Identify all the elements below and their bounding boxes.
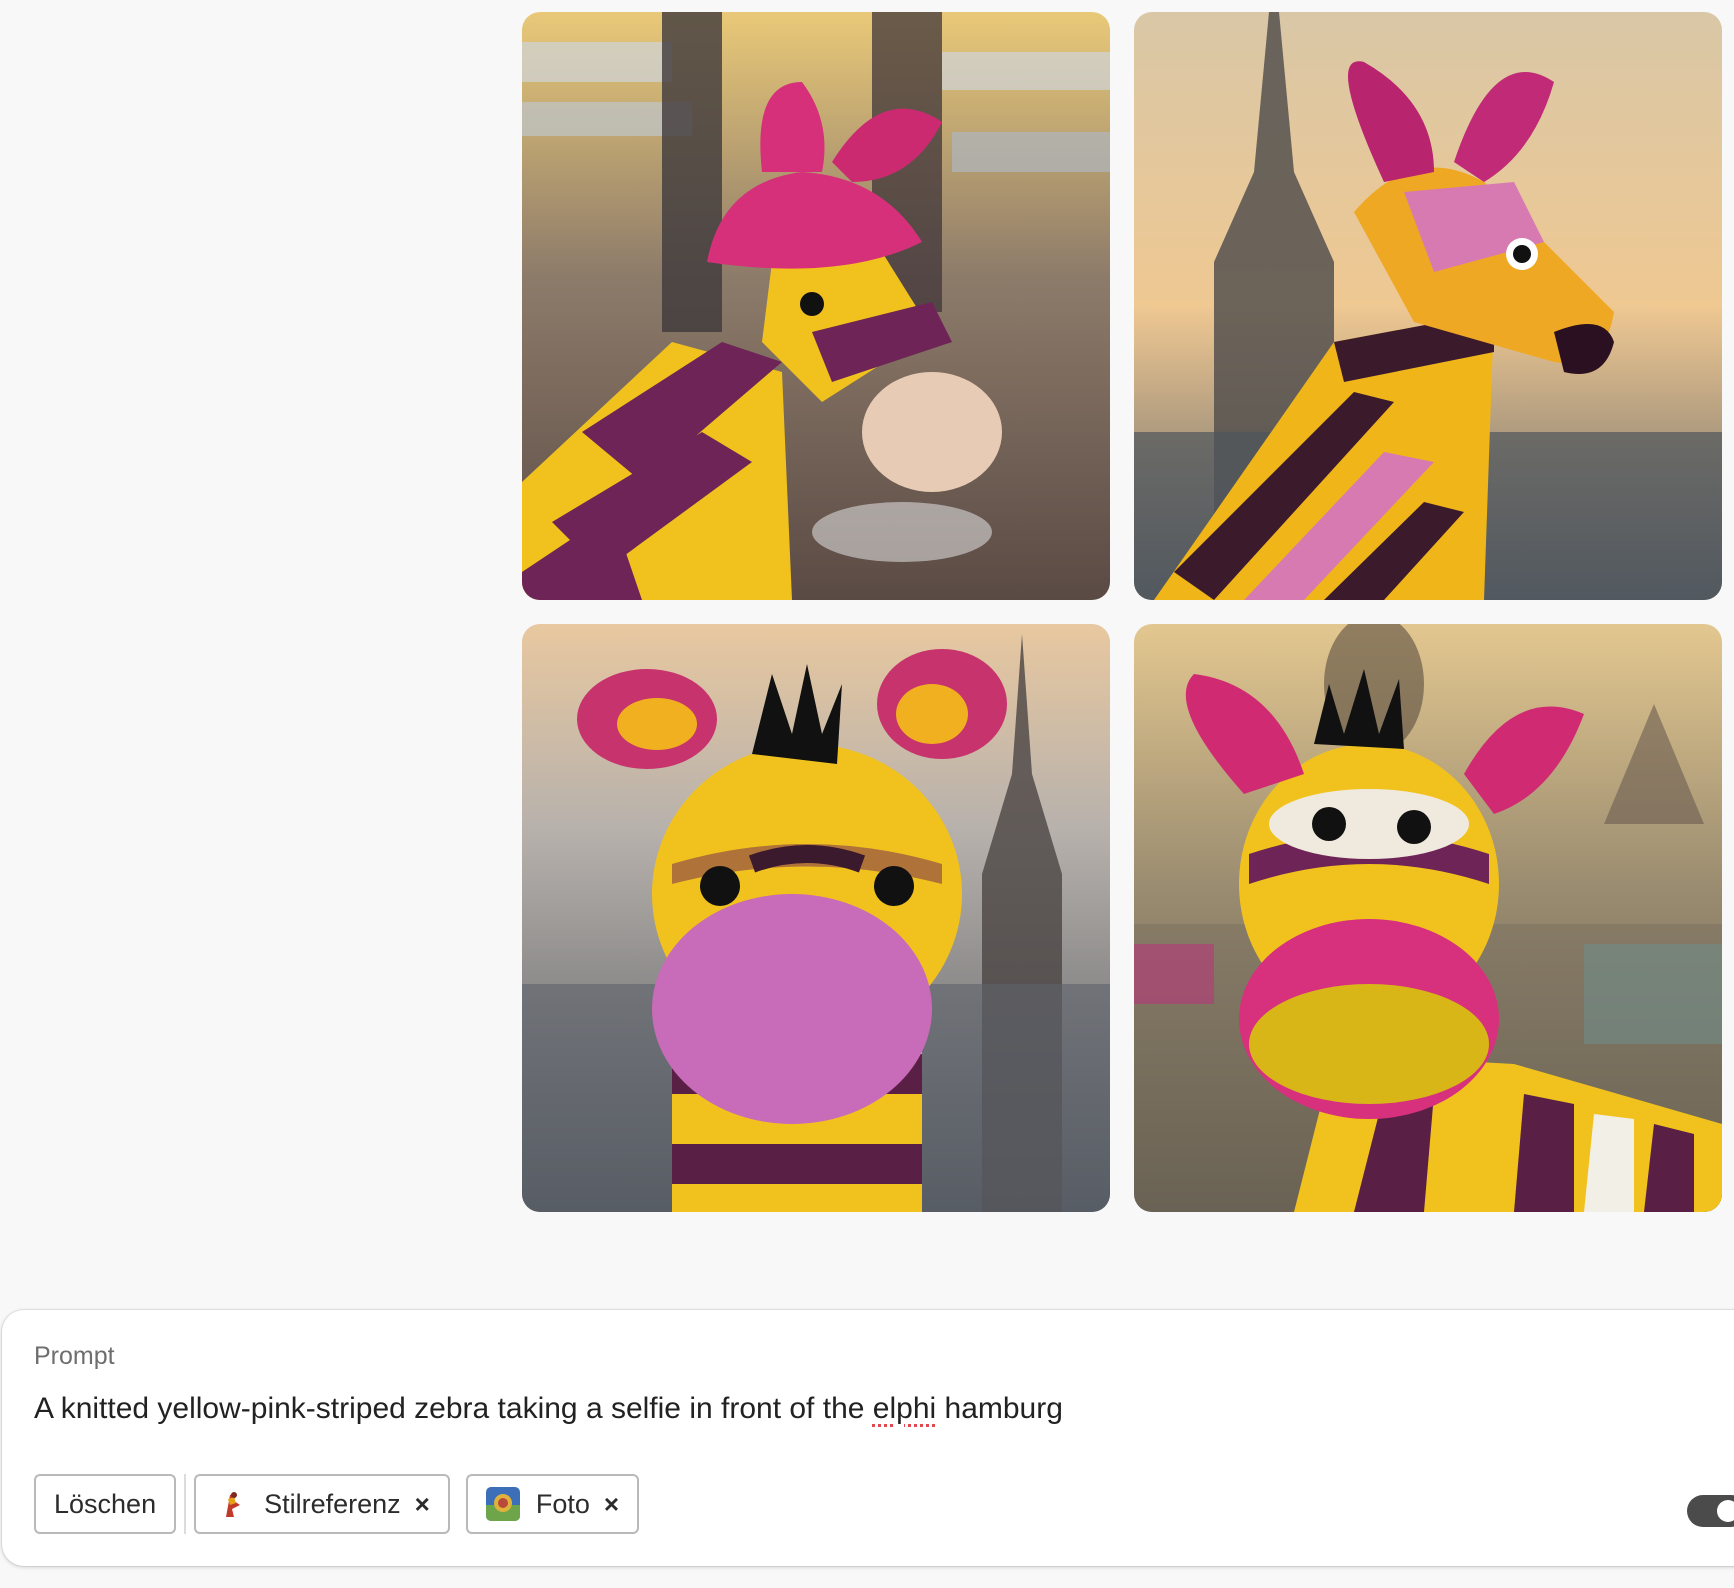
- chip-divider: [184, 1474, 187, 1534]
- photo-content-chip[interactable]: Foto ×: [465, 1474, 640, 1534]
- prompt-label: Prompt: [34, 1342, 115, 1370]
- image-grid: [522, 12, 1734, 1212]
- photo-content-type-thumbnail-icon: [485, 1487, 520, 1521]
- prompt-input[interactable]: A knitted yellow-pink-striped zebra taki…: [34, 1392, 1063, 1426]
- generated-image-1[interactable]: [522, 12, 1110, 600]
- style-reference-chip[interactable]: Stilreferenz ×: [194, 1474, 450, 1534]
- generated-image-2[interactable]: [1134, 12, 1722, 600]
- photo-content-label: Foto: [535, 1488, 590, 1519]
- remove-style-reference-icon[interactable]: ×: [415, 1491, 430, 1517]
- settings-toggle[interactable]: [1687, 1495, 1734, 1527]
- generated-image-1-art: [522, 12, 1110, 600]
- style-reference-label: Stilreferenz: [264, 1488, 401, 1519]
- clear-button-label: Löschen: [54, 1488, 157, 1519]
- prompt-misspelled-word[interactable]: elphi: [873, 1392, 936, 1425]
- remove-photo-content-icon[interactable]: ×: [604, 1491, 619, 1517]
- generated-image-4-art: [1134, 624, 1722, 1212]
- toggle-knob: [1717, 1500, 1734, 1522]
- prompt-text-end: hamburg: [936, 1392, 1063, 1425]
- prompt-panel: Prompt A knitted yellow-pink-striped zeb…: [2, 1310, 1734, 1566]
- generated-image-4[interactable]: [1134, 624, 1722, 1212]
- prompt-text-start: A knitted yellow-pink-striped zebra taki…: [34, 1392, 873, 1425]
- style-reference-thumbnail-icon: [214, 1487, 249, 1521]
- generated-image-3[interactable]: [522, 624, 1110, 1212]
- generated-image-2-art: [1134, 12, 1722, 600]
- generated-image-3-art: [522, 624, 1110, 1212]
- clear-button[interactable]: Löschen: [34, 1474, 177, 1534]
- app-canvas: Prompt A knitted yellow-pink-striped zeb…: [0, 0, 1734, 1588]
- prompt-chip-row: Löschen Stilreferenz × Foto ×: [34, 1472, 640, 1536]
